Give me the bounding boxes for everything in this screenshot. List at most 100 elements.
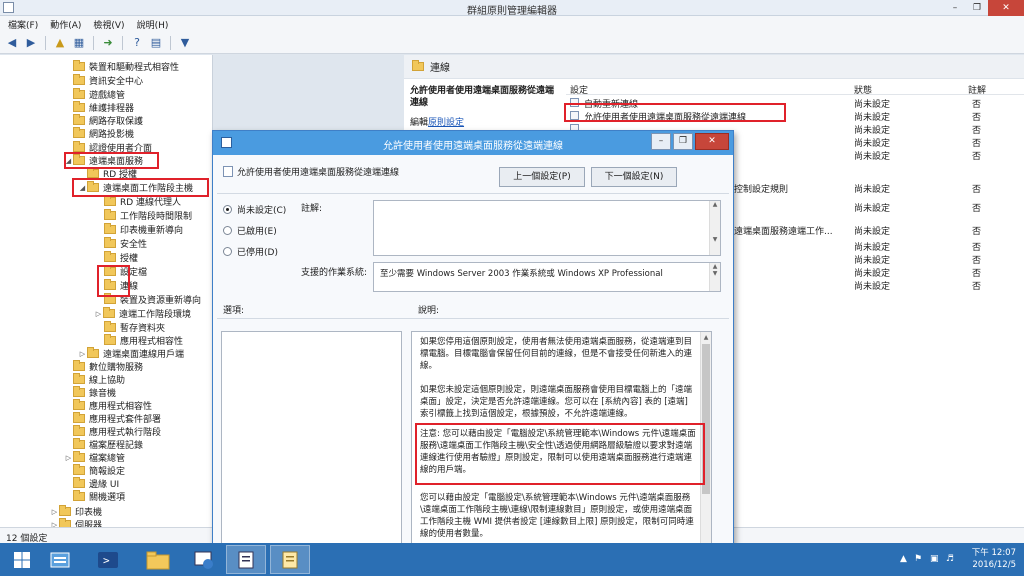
column-setting[interactable]: 設定 [570,83,588,96]
edit-policy-link[interactable]: 原則設定 [428,118,464,128]
tree-node[interactable]: 網路投影機 [64,127,134,140]
tree-node[interactable]: 安全性 [104,237,147,250]
menu-action[interactable]: 動作(A) [50,18,81,31]
help-label: 說明: [418,306,440,316]
clock-time: 下午 12:07 [971,548,1016,558]
tree-node[interactable]: ▷ 遠端桌面連線用戶端 [78,347,184,360]
tree-node[interactable]: 維護排程器 [64,101,134,114]
dialog-maximize-button[interactable]: ❐ [673,133,693,150]
tree-node[interactable]: 應用程式套件部署 [64,412,161,425]
highlight-box [64,152,159,169]
maximize-button[interactable]: ❐ [966,0,988,16]
menu-view[interactable]: 檢視(V) [93,18,124,31]
tree-node[interactable]: 關機選項 [64,490,125,503]
radio-icon [223,226,232,235]
action-center-icon[interactable]: ⚑ [914,554,922,564]
group-policy-editor-taskbar-button[interactable] [226,545,266,574]
toolbar-separator [93,35,94,50]
file-explorer-icon[interactable] [138,545,178,574]
notepad-icon[interactable] [270,545,310,574]
highlight-box [564,103,786,122]
volume-icon[interactable]: ♬ [946,554,954,564]
scrollbar[interactable]: ▲ ▼ [709,263,720,291]
help-icon[interactable]: ? [129,35,145,51]
tree-node[interactable]: 應用程式執行階段 [64,425,161,438]
filter-icon[interactable]: ▼ [177,35,193,51]
folder-icon [59,518,71,527]
network-icon[interactable]: ▣ [930,554,939,564]
menu-help[interactable]: 說明(H) [137,18,169,31]
start-icon[interactable] [2,545,42,574]
tree-node[interactable]: 錄音機 [64,386,116,399]
toolbar-separator [122,35,123,50]
previous-setting-button[interactable]: 上一個設定(P) [499,167,585,187]
dialog-close-button[interactable]: ✕ [695,133,729,150]
folder-icon [73,360,85,371]
tree-node[interactable]: 工作階段時間限制 [104,209,192,222]
properties-icon[interactable]: ▤ [148,35,164,51]
tray-arrow-icon[interactable]: ▲ [900,554,907,564]
folder-icon [73,373,85,384]
tree-node[interactable]: 檔案歷程記錄 [64,438,143,451]
tree-node[interactable]: ▷ 印表機 [50,505,102,518]
tree-node[interactable]: 裝置和驅動程式相容性 [64,60,179,73]
tree-node[interactable]: 資訊安全中心 [64,74,143,87]
folder-icon [59,505,71,516]
tree-node[interactable]: ▷ 檔案總管 [64,451,125,464]
folder-icon [104,195,116,206]
clock[interactable]: 下午 12:07 2016/12/5 [972,547,1016,571]
menu-file[interactable]: 檔案(F) [8,18,38,31]
divider [217,193,729,194]
tree-node[interactable]: 邊緣 UI [64,477,119,490]
minimize-button[interactable]: – [944,0,966,16]
tree-node[interactable]: 簡報設定 [64,464,125,477]
tree-node[interactable]: 暫存資料夾 [104,321,165,334]
pane-folder-title: 連線 [430,63,450,74]
radio-enabled[interactable]: 已啟用(E) [223,224,277,237]
tree-node[interactable]: 網路存取保護 [64,114,143,127]
folder-icon [73,451,85,462]
dialog-minimize-button[interactable]: – [651,133,671,150]
column-comment[interactable]: 註解 [968,83,986,96]
powershell-icon[interactable]: > [88,545,128,574]
folder-icon [73,490,85,501]
scrollbar[interactable]: ▲ ▼ [709,201,720,255]
radio-not-configured[interactable]: 尚未設定(C) [223,203,286,216]
export-icon[interactable]: ➜ [100,35,116,51]
tree-node[interactable]: 線上協助 [64,373,125,386]
folder-icon [104,251,116,262]
folder-icon [104,223,116,234]
expand-arrow-icon[interactable]: ▷ [50,508,59,516]
server-manager-icon[interactable] [40,545,80,574]
expand-arrow-icon[interactable]: ▷ [78,350,87,358]
extended-description: 允許使用者使用遠端桌面服務從遠端連線 編輯原則設定 [410,85,560,129]
tree-node[interactable]: 應用程式相容性 [64,399,152,412]
folder-icon [104,321,116,332]
window-titlebar: 群組原則管理編輯器 – ❐ ✕ [0,0,1024,17]
tree-node[interactable]: 應用程式相容性 [104,334,183,347]
tree-node[interactable]: 數位購物服務 [64,360,143,373]
column-state[interactable]: 狀態 [854,83,872,96]
forward-icon[interactable]: ▶ [23,35,39,51]
tree-node[interactable]: ▷ 遠端工作階段環境 [94,307,191,320]
folder-icon [73,101,85,112]
comment-textarea[interactable]: ▲ ▼ [373,200,721,256]
back-icon[interactable]: ◀ [4,35,20,51]
up-folder-icon[interactable]: ▲ [52,35,68,51]
tree-node[interactable]: ▷ 伺服器 [50,518,102,527]
tree-node[interactable]: 授權 [104,251,138,264]
expand-arrow-icon[interactable]: ▷ [64,454,73,462]
tree-node[interactable]: 印表機重新導向 [104,223,183,236]
dialog-titlebar[interactable]: 允許使用者使用遠端桌面服務從遠端連線 – ❐ ✕ [213,131,733,155]
next-setting-button[interactable]: 下一個設定(N) [591,167,677,187]
tree-node[interactable]: 遊戲總管 [64,88,125,101]
radio-disabled[interactable]: 已停用(D) [223,245,278,258]
show-hide-tree-icon[interactable]: ▦ [71,35,87,51]
expand-arrow-icon[interactable]: ▷ [94,310,103,318]
folder-icon [73,464,85,475]
desc-title: 允許使用者使用遠端桌面服務從遠端連線 [410,86,555,108]
close-button[interactable]: ✕ [988,0,1024,16]
supported-os-box: 至少需要 Windows Server 2003 作業系統或 Windows X… [373,262,721,292]
help-paragraph: 如果您停用這個原則設定，使用者無法使用遠端桌面服務，從遠端連到目標電腦。目標電腦… [420,337,693,371]
group-policy-icon[interactable] [184,545,224,574]
